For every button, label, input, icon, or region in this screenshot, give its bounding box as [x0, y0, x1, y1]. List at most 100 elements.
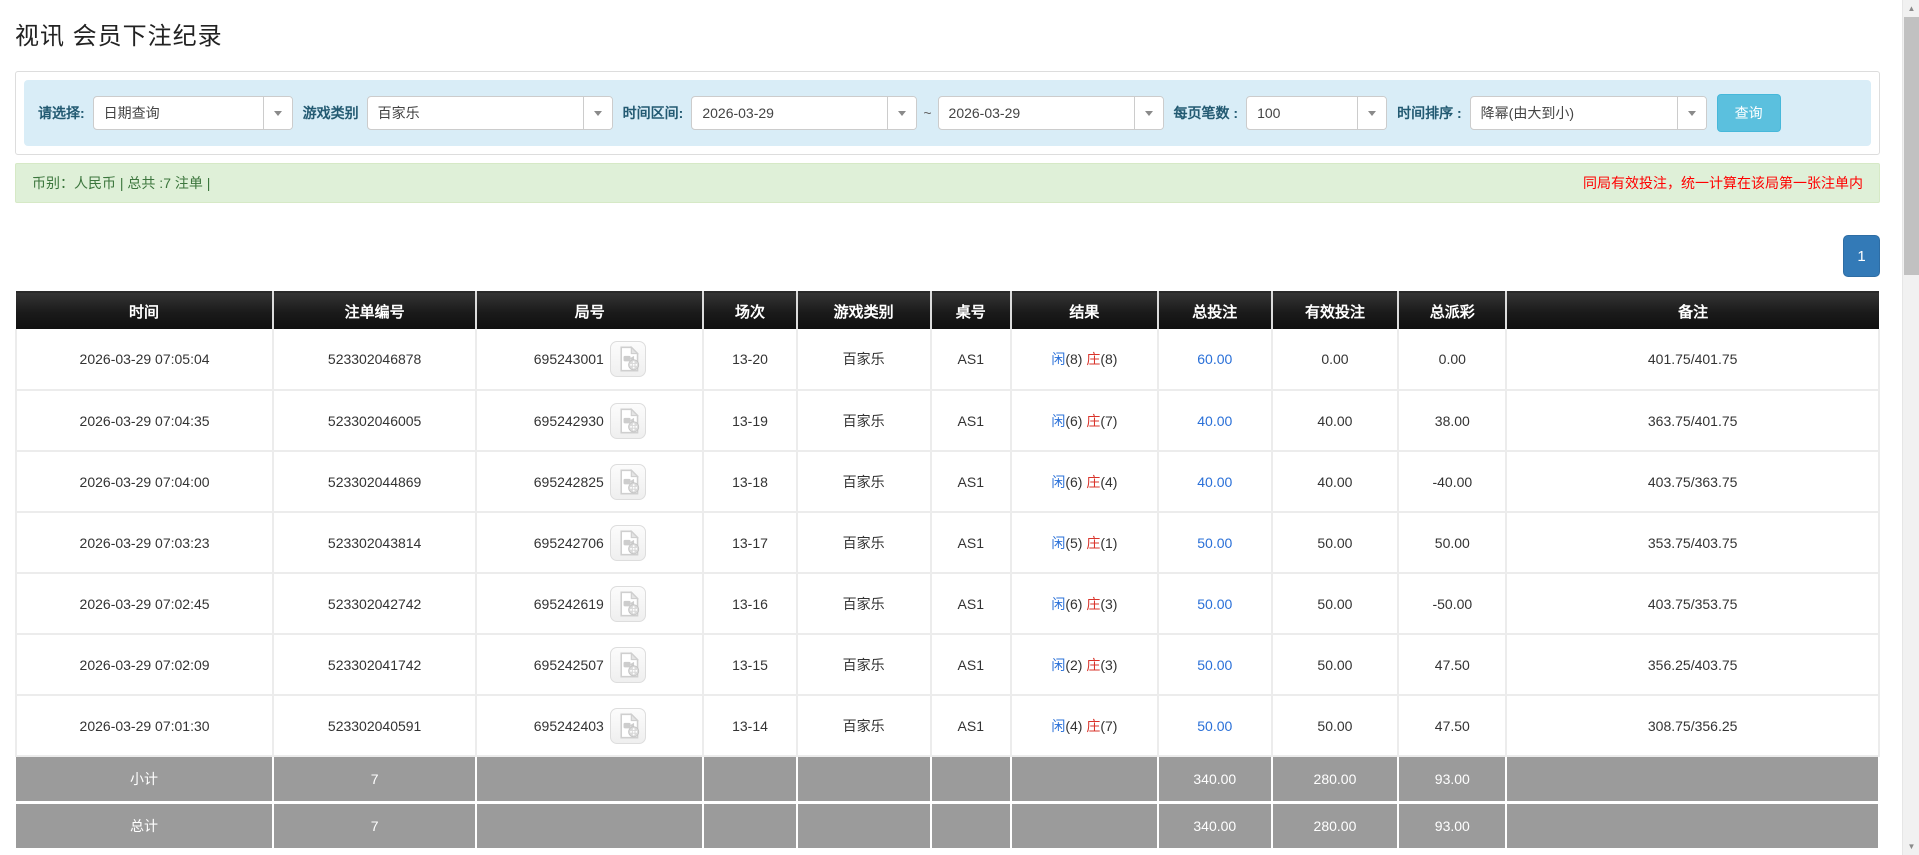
time-range-label: 时间区间: [622, 105, 684, 121]
round-number: 695242403 [533, 717, 604, 734]
total-bet-link[interactable]: 50.00 [1197, 657, 1232, 673]
cell-payout: -50.00 [1398, 573, 1508, 635]
query-type-value: 日期查询 [103, 105, 160, 121]
page-size-select[interactable]: 100 [1246, 96, 1388, 130]
cell-time: 2026-03-29 07:05:04 [14, 329, 275, 391]
player-result-label: 闲 [1051, 473, 1066, 490]
cell-bet-id: 523302041742 [273, 634, 478, 696]
banker-result-label: 庄 [1086, 473, 1101, 490]
round-number: 695242706 [533, 534, 604, 551]
game-type-dropdown-button[interactable] [582, 97, 612, 129]
table-row: 2026-03-29 07:02:09 523302041742 6952425… [14, 634, 1880, 696]
total-bet-link[interactable]: 50.00 [1197, 535, 1232, 551]
cell-result: 闲(6) 庄(3) [1010, 573, 1159, 635]
date-to-dropdown-button[interactable] [1133, 97, 1163, 129]
player-result-label: 闲 [1051, 595, 1066, 612]
video-replay-button[interactable] [609, 524, 646, 561]
cell-payout: 50.00 [1398, 512, 1508, 574]
cell-remark: 356.25/403.75 [1506, 634, 1880, 696]
round-number: 695243001 [533, 351, 604, 367]
cell-session: 13-15 [703, 634, 798, 696]
cell-session: 13-18 [703, 451, 798, 513]
video-replay-button[interactable] [609, 402, 646, 439]
scroll-down-icon[interactable]: ▼ [1903, 838, 1919, 855]
cell-result: 闲(6) 庄(7) [1010, 390, 1159, 452]
banker-score: (1) [1100, 534, 1118, 551]
total-row: 小计 7 340.00 280.00 93.00 [16, 756, 1880, 804]
video-replay-button[interactable] [609, 646, 646, 683]
banker-result-label: 庄 [1086, 351, 1101, 367]
banker-result-label: 庄 [1086, 534, 1101, 551]
game-type-select[interactable]: 百家乐 [366, 96, 613, 130]
cell-valid-bet: 50.00 [1271, 634, 1400, 696]
total-bet-link[interactable]: 40.00 [1197, 474, 1232, 490]
cell-remark: 401.75/401.75 [1506, 329, 1880, 391]
sort-order-dropdown-button[interactable] [1676, 97, 1706, 129]
cell-table-number: AS1 [930, 573, 1012, 635]
search-button[interactable]: 查询 [1716, 94, 1781, 132]
total-bet-link[interactable]: 50.00 [1197, 596, 1232, 612]
cell-round: 695242507 [476, 634, 705, 696]
column-header: 总派彩 [1398, 291, 1508, 329]
page-number-button[interactable]: 1 [1843, 235, 1880, 277]
game-type-value: 百家乐 [377, 105, 420, 121]
column-header: 场次 [703, 291, 798, 329]
video-replay-button[interactable] [609, 463, 646, 500]
player-score: (2) [1065, 656, 1083, 673]
player-result-label: 闲 [1051, 717, 1066, 734]
total-row-empty [930, 756, 1012, 804]
video-file-icon [620, 345, 640, 372]
total-row-empty [796, 802, 932, 848]
video-replay-button[interactable] [609, 341, 646, 377]
cell-result: 闲(6) 庄(4) [1010, 451, 1159, 513]
cell-remark: 403.75/353.75 [1506, 573, 1880, 635]
sort-order-select[interactable]: 降幂(由大到小) [1469, 96, 1707, 130]
query-type-select[interactable]: 日期查询 [92, 96, 293, 130]
video-replay-button[interactable] [609, 707, 646, 744]
scrollbar-thumb[interactable] [1904, 17, 1919, 275]
column-header: 总投注 [1157, 291, 1273, 329]
table-row: 2026-03-29 07:02:45 523302042742 6952426… [14, 573, 1880, 635]
vertical-scrollbar[interactable]: ▲ ▼ [1902, 0, 1919, 855]
cell-session: 13-17 [703, 512, 798, 574]
chevron-down-icon [593, 110, 602, 116]
page-size-dropdown-button[interactable] [1357, 97, 1387, 129]
total-bet-link[interactable]: 50.00 [1197, 718, 1232, 734]
total-row-count: 7 [273, 756, 478, 804]
total-bet-link[interactable]: 40.00 [1197, 413, 1232, 429]
video-file-icon [620, 529, 640, 555]
sort-order-label: 时间排序 : [1397, 105, 1462, 121]
cell-valid-bet: 40.00 [1271, 451, 1400, 513]
column-header: 结果 [1010, 291, 1159, 329]
cell-game-type: 百家乐 [796, 573, 932, 635]
table-row: 2026-03-29 07:03:23 523302043814 6952427… [14, 512, 1880, 574]
cell-payout: 47.50 [1398, 634, 1508, 696]
cell-valid-bet: 50.00 [1271, 695, 1400, 757]
total-bet-link[interactable]: 60.00 [1197, 351, 1232, 367]
chevron-down-icon [1144, 110, 1153, 116]
scroll-up-icon[interactable]: ▲ [1903, 0, 1919, 17]
cell-payout: -40.00 [1398, 451, 1508, 513]
cell-table-number: AS1 [930, 634, 1012, 696]
cell-total-bet: 40.00 [1157, 390, 1273, 452]
column-header: 有效投注 [1271, 291, 1400, 329]
video-file-icon [620, 712, 640, 738]
cell-time: 2026-03-29 07:04:35 [14, 390, 275, 452]
cell-bet-id: 523302044869 [273, 451, 478, 513]
query-type-dropdown-button[interactable] [262, 97, 292, 129]
video-replay-button[interactable] [609, 585, 646, 622]
date-to-select[interactable]: 2026-03-29 [937, 96, 1164, 130]
cell-round: 695242706 [476, 512, 705, 574]
player-score: (4) [1065, 717, 1083, 734]
round-number: 695242930 [533, 412, 604, 429]
total-row-empty [930, 802, 1012, 848]
date-from-dropdown-button[interactable] [887, 97, 917, 129]
table-header-row: 时间 注单编号 局号 场次 游戏类别 桌号 结果 总投注 有效投注 总派彩 备注 [16, 291, 1879, 329]
cell-bet-id: 523302043814 [273, 512, 478, 574]
cell-time: 2026-03-29 07:02:45 [14, 573, 275, 635]
query-type-label: 请选择: [38, 105, 85, 121]
date-from-select[interactable]: 2026-03-29 [691, 96, 918, 130]
table-row: 2026-03-29 07:01:30 523302040591 6952424… [14, 695, 1880, 757]
banker-score: (8) [1100, 351, 1118, 367]
total-row-empty [703, 756, 798, 804]
